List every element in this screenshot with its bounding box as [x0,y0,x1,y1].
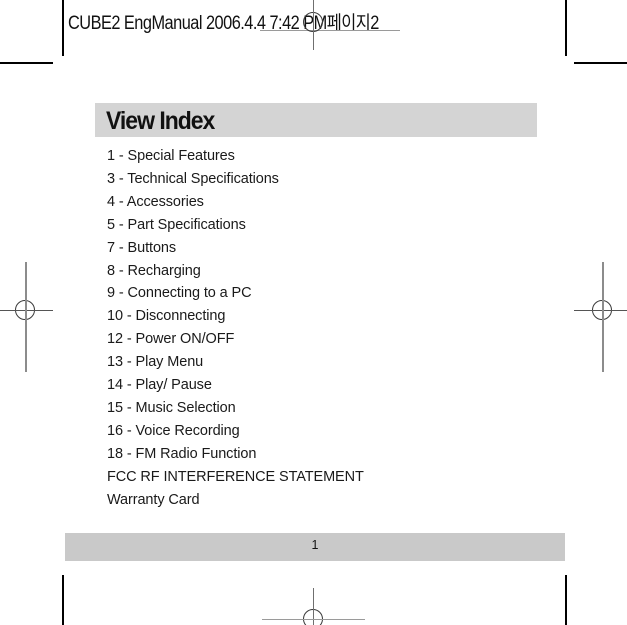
list-item: 15 - Music Selection [107,399,236,416]
view-index-title-band: View Index [95,103,537,137]
list-item: 14 - Play/ Pause [107,377,212,394]
registration-left-crosshair-vertical [25,262,27,372]
index-list: 1 - Special Features 3 - Technical Speci… [107,145,537,512]
list-item: 18 - FM Radio Function [107,445,257,462]
scanned-manual-page: CUBE2 EngManual 2006.4.4 7:42 PM페이지2 Vie… [0,0,627,625]
crop-mark-top-left-vertical [62,0,64,56]
list-item: 7 - Buttons [107,239,177,256]
registration-right-crosshair-vertical [602,262,604,372]
list-item: 10 - Disconnecting [107,308,226,325]
list-item: 8 - Recharging [107,262,201,279]
list-item: 16 - Voice Recording [107,422,240,439]
list-item: 3 - Technical Specifications [107,170,279,187]
list-item: FCC RF INTERFERENCE STATEMENT [107,468,364,485]
registration-bottom-crosshair-horizontal [262,619,365,620]
registration-right-crosshair-horizontal [574,310,627,311]
list-item: 9 - Connecting to a PC [107,285,252,302]
registration-top-crosshair-vertical [313,0,314,50]
list-item: 4 - Accessories [107,193,204,210]
list-item: Warranty Card [107,491,200,508]
crop-mark-bottom-right-vertical [565,575,567,625]
list-item: 1 - Special Features [107,148,235,164]
page-number: 1 [311,538,319,552]
crop-mark-top-right-horizontal [574,62,627,64]
crop-mark-bottom-left-vertical [62,575,64,625]
crop-mark-top-right-vertical [565,0,567,56]
page-title: View Index [106,107,215,135]
list-item: 13 - Play Menu [107,354,204,371]
footer-band: 1 [65,533,565,561]
list-item: 12 - Power ON/OFF [107,331,235,348]
crop-mark-top-left-horizontal [0,62,53,64]
registration-mark-top [296,5,332,41]
list-item: 5 - Part Specifications [107,216,246,233]
registration-mark-bottom [296,602,332,625]
